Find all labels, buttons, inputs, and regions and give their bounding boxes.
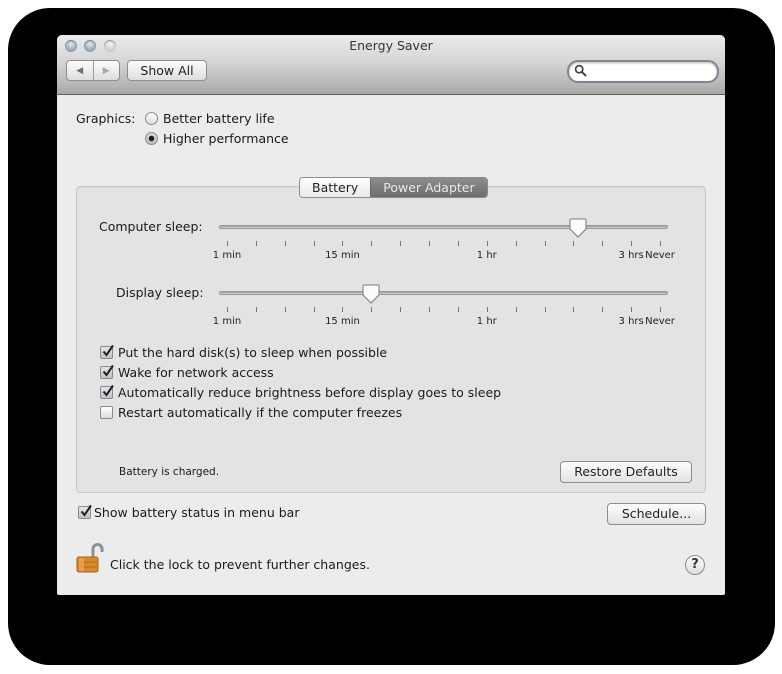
computer-sleep-slider[interactable]: 1 min 15 min 1 hr 3 hrs Never (213, 218, 675, 261)
slider-tick (371, 241, 373, 246)
option-label[interactable]: Wake for network access (118, 365, 274, 380)
computer-sleep-label: Computer sleep: (99, 219, 203, 234)
search-field[interactable] (567, 60, 719, 83)
slider-tick (631, 307, 633, 312)
slider-track[interactable] (219, 291, 668, 295)
back-forward-control: ◀ ▶ (66, 60, 120, 81)
slider-tick (284, 307, 286, 312)
slider-tick (313, 307, 315, 312)
slider-tick (631, 241, 633, 246)
window-title: Energy Saver (349, 38, 433, 53)
checkmark-icon (102, 364, 114, 377)
tab-power-adapter[interactable]: Power Adapter (370, 178, 487, 197)
back-arrow-icon: ◀ (76, 65, 84, 76)
radio-better-battery-life-label[interactable]: Better battery life (163, 111, 275, 126)
slider-tick (573, 307, 575, 312)
slider-tick (486, 307, 488, 312)
title-bar: Energy Saver ◀ ▶ Show All (57, 35, 725, 95)
slider-tick (457, 307, 459, 312)
slider-tick (255, 307, 257, 312)
show-battery-status-checkbox[interactable] (78, 504, 92, 519)
display-sleep-slider[interactable]: 1 min 15 min 1 hr 3 hrs Never (213, 284, 675, 327)
battery-status-text: Battery is charged. (119, 466, 220, 478)
option-label[interactable]: Restart automatically if the computer fr… (118, 405, 402, 420)
option-checkbox[interactable] (100, 384, 114, 399)
slider-tick (255, 241, 257, 246)
slider-tick-label: 3 hrs (618, 250, 644, 261)
slider-thumb[interactable] (569, 218, 587, 238)
option-label[interactable]: Automatically reduce brightness before d… (118, 385, 501, 400)
radio-higher-performance-label[interactable]: Higher performance (163, 131, 289, 146)
slider-tick (371, 307, 373, 312)
slider-tick-label: Never (645, 250, 675, 261)
show-all-button[interactable]: Show All (127, 60, 207, 81)
slider-tick (660, 307, 661, 312)
radio-higher-performance[interactable] (145, 132, 158, 145)
slider-tick (313, 241, 315, 246)
slider-tick (227, 307, 228, 312)
tab-bar: Battery Power Adapter (299, 177, 488, 198)
slider-tick (602, 241, 604, 246)
forward-arrow-icon: ▶ (102, 65, 110, 76)
graphics-label: Graphics: (76, 111, 136, 126)
slider-tick (660, 241, 661, 246)
slider-tick (284, 241, 286, 246)
lock-message: Click the lock to prevent further change… (110, 557, 370, 572)
display-sleep-label: Display sleep: (116, 285, 204, 300)
forward-button[interactable]: ▶ (92, 61, 120, 80)
slider-tick-label: 3 hrs (618, 316, 644, 327)
back-button[interactable]: ◀ (67, 61, 93, 80)
slider-tick (486, 241, 488, 246)
slider-tick (342, 241, 344, 246)
slider-tick-label: 15 min (325, 250, 360, 261)
unlocked-lock-icon[interactable] (75, 543, 105, 575)
search-input[interactable] (589, 63, 713, 81)
slider-tick (429, 307, 431, 312)
slider-tick-label: 1 min (212, 250, 242, 261)
slider-tick (429, 241, 431, 246)
option-label[interactable]: Put the hard disk(s) to sleep when possi… (118, 345, 387, 360)
help-icon: ? (691, 557, 699, 572)
slider-tick (544, 307, 546, 312)
slider-tick-label: 1 hr (476, 316, 497, 327)
show-battery-status-label[interactable]: Show battery status in menu bar (94, 505, 299, 520)
slider-track[interactable] (219, 225, 668, 229)
checkmark-icon (102, 344, 114, 357)
slider-tick (544, 241, 546, 246)
option-checkbox[interactable] (100, 406, 113, 419)
energy-saver-window: Energy Saver ◀ ▶ Show All Graphics: Bett… (57, 35, 725, 595)
tab-battery[interactable]: Battery (300, 178, 371, 197)
option-checkbox[interactable] (100, 364, 114, 379)
preferences-content: Graphics: Better battery life Higher per… (57, 95, 725, 595)
slider-tick-label: 1 min (212, 316, 242, 327)
restore-defaults-button[interactable]: Restore Defaults (560, 461, 692, 483)
slider-tick (515, 241, 517, 246)
slider-tick (342, 307, 344, 312)
help-button[interactable]: ? (685, 555, 705, 575)
slider-tick-label: 1 hr (476, 250, 497, 261)
schedule-button[interactable]: Schedule... (607, 503, 706, 525)
slider-tick-label: Never (645, 316, 675, 327)
slider-tick (400, 307, 402, 312)
slider-tick (515, 307, 517, 312)
radio-better-battery-life[interactable] (145, 112, 158, 125)
slider-tick-label: 15 min (325, 316, 360, 327)
search-icon (574, 64, 587, 77)
slider-tick (573, 241, 575, 246)
slider-tick (400, 241, 402, 246)
checkmark-icon (80, 504, 92, 517)
slider-tick (227, 241, 228, 246)
checkmark-icon (102, 384, 114, 397)
slider-thumb[interactable] (362, 284, 380, 304)
option-checkbox[interactable] (100, 344, 114, 359)
slider-tick (457, 241, 459, 246)
slider-tick (602, 307, 604, 312)
